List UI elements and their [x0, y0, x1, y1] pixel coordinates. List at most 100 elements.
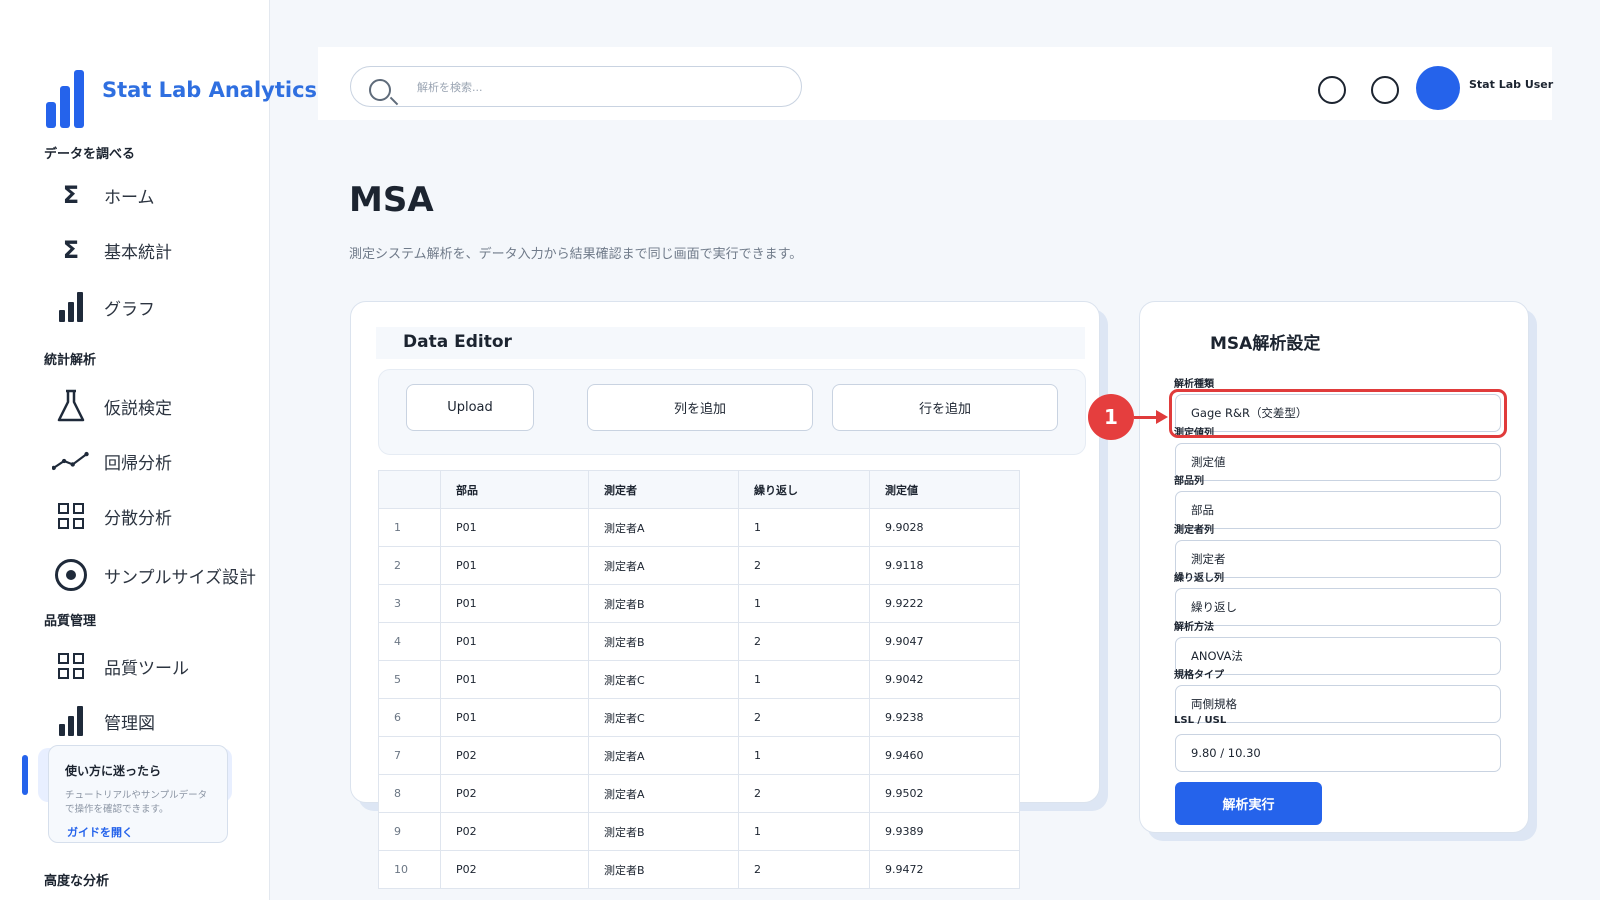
table-cell[interactable]: P01 — [440, 698, 589, 737]
add-row-button[interactable]: 行を追加 — [832, 384, 1058, 431]
table-cell[interactable]: 測定者B — [588, 812, 739, 851]
table-cell[interactable]: P02 — [440, 812, 589, 851]
section-label-stat-analysis: 統計解析 — [44, 353, 97, 368]
table-cell[interactable]: 9.9502 — [869, 774, 1020, 813]
table-cell[interactable]: 1 — [738, 584, 870, 623]
table-cell[interactable]: 9.9238 — [869, 698, 1020, 737]
search-input[interactable]: 解析を検索... — [350, 66, 802, 107]
table-cell[interactable]: 2 — [738, 622, 870, 661]
table-cell[interactable]: 9.9460 — [869, 736, 1020, 775]
table-cell[interactable]: 測定者B — [588, 584, 739, 623]
settings-icon[interactable] — [1371, 76, 1399, 104]
sigma-icon: Σ — [62, 236, 80, 264]
table-cell[interactable]: 測定者A — [588, 508, 739, 547]
table-cell[interactable]: 9.9047 — [869, 622, 1020, 661]
editor-title-bar: Data Editor — [376, 327, 1085, 359]
row-number-cell: 1 — [378, 508, 441, 547]
table-row[interactable]: 6 P01 測定者C 2 9.9238 — [378, 698, 1020, 737]
lsl-usl-input[interactable]: 9.80 / 10.30 — [1175, 734, 1501, 772]
row-number-cell: 7 — [378, 736, 441, 775]
row-number-cell: 2 — [378, 546, 441, 585]
table-row[interactable]: 7 P02 測定者A 1 9.9460 — [378, 736, 1020, 775]
sidebar-item-control-chart[interactable]: 管理図 — [52, 701, 155, 741]
column-header-repeat[interactable]: 繰り返し — [738, 470, 870, 509]
bar-chart-logo-icon — [46, 68, 84, 128]
table-row[interactable]: 10 P02 測定者B 2 9.9472 — [378, 850, 1020, 889]
field-label-operator-column: 測定者列 — [1174, 525, 1214, 536]
table-cell[interactable]: 9.9028 — [869, 508, 1020, 547]
table-row[interactable]: 8 P02 測定者A 2 9.9502 — [378, 774, 1020, 813]
table-cell[interactable]: 9.9222 — [869, 584, 1020, 623]
table-cell[interactable]: P02 — [440, 736, 589, 775]
table-cell[interactable]: P01 — [440, 546, 589, 585]
notification-icon[interactable] — [1318, 76, 1346, 104]
table-cell[interactable]: P01 — [440, 508, 589, 547]
table-cell[interactable]: 9.9042 — [869, 660, 1020, 699]
table-cell[interactable]: 測定者B — [588, 850, 739, 889]
table-cell[interactable]: 2 — [738, 546, 870, 585]
section-label-quality: 品質管理 — [44, 614, 97, 629]
table-cell[interactable]: P02 — [440, 774, 589, 813]
column-header-index[interactable] — [378, 470, 441, 509]
sidebar-item-basic-stats[interactable]: Σ 基本統計 — [52, 230, 172, 270]
table-row[interactable]: 2 P01 測定者A 2 9.9118 — [378, 546, 1020, 585]
table-row[interactable]: 3 P01 測定者B 1 9.9222 — [378, 584, 1020, 623]
flask-icon — [52, 387, 90, 425]
table-cell[interactable]: 9.9389 — [869, 812, 1020, 851]
page-title: MSA — [349, 180, 434, 220]
brand[interactable]: Stat Lab Analytics — [46, 68, 317, 128]
sidebar-item-label: 管理図 — [104, 713, 155, 734]
measurement-column-select[interactable]: 測定値 — [1175, 443, 1501, 481]
table-cell[interactable]: 2 — [738, 850, 870, 889]
table-row[interactable]: 9 P02 測定者B 1 9.9389 — [378, 812, 1020, 851]
upload-button[interactable]: Upload — [406, 384, 534, 431]
table-cell[interactable]: P02 — [440, 850, 589, 889]
table-cell[interactable]: 9.9118 — [869, 546, 1020, 585]
sidebar-item-home[interactable]: Σ ホーム — [52, 175, 155, 215]
table-row[interactable]: 1 P01 測定者A 1 9.9028 — [378, 508, 1020, 547]
row-number-cell: 9 — [378, 812, 441, 851]
table-cell[interactable]: 測定者A — [588, 546, 739, 585]
user-name[interactable]: Stat Lab User — [1469, 78, 1553, 91]
sidebar-item-sample-size[interactable]: サンプルサイズ設計 — [52, 555, 256, 595]
table-cell[interactable]: 測定者C — [588, 660, 739, 699]
search-icon — [369, 79, 391, 101]
table-cell[interactable]: 1 — [738, 660, 870, 699]
brand-name: Stat Lab Analytics — [102, 78, 318, 102]
table-cell[interactable]: P01 — [440, 622, 589, 661]
table-cell[interactable]: 2 — [738, 698, 870, 737]
table-cell[interactable]: 1 — [738, 812, 870, 851]
table-cell[interactable]: 測定者B — [588, 622, 739, 661]
section-label-explore: データを調べる — [44, 147, 136, 162]
table-cell[interactable]: 1 — [738, 736, 870, 775]
sidebar-item-quality-tools[interactable]: 品質ツール — [52, 646, 189, 686]
table-cell[interactable]: 測定者A — [588, 774, 739, 813]
repeat-column-select[interactable]: 繰り返し — [1175, 588, 1501, 626]
part-column-select[interactable]: 部品 — [1175, 491, 1501, 529]
run-analysis-button[interactable]: 解析実行 — [1175, 782, 1322, 825]
column-header-part[interactable]: 部品 — [440, 470, 589, 509]
table-cell[interactable]: 9.9472 — [869, 850, 1020, 889]
sidebar-item-label: サンプルサイズ設計 — [104, 567, 256, 588]
column-header-operator[interactable]: 測定者 — [588, 470, 739, 509]
sidebar-item-graph[interactable]: グラフ — [52, 287, 155, 327]
table-cell[interactable]: P01 — [440, 584, 589, 623]
table-row[interactable]: 5 P01 測定者C 1 9.9042 — [378, 660, 1020, 699]
table-row[interactable]: 4 P01 測定者B 2 9.9047 — [378, 622, 1020, 661]
sidebar-item-hypothesis-test[interactable]: 仮説検定 — [52, 386, 172, 426]
target-icon — [52, 556, 90, 594]
sidebar-item-regression[interactable]: 回帰分析 — [52, 441, 172, 481]
field-label-method: 解析方法 — [1174, 622, 1214, 633]
table-cell[interactable]: P01 — [440, 660, 589, 699]
table-cell[interactable]: 2 — [738, 774, 870, 813]
sidebar-item-anova[interactable]: 分散分析 — [52, 496, 172, 536]
section-label-advanced: 高度な分析 — [44, 874, 110, 889]
column-header-measurement[interactable]: 測定値 — [869, 470, 1020, 509]
table-cell[interactable]: 測定者C — [588, 698, 739, 737]
guide-link[interactable]: ガイドを開く — [67, 824, 133, 840]
table-cell[interactable]: 1 — [738, 508, 870, 547]
avatar[interactable] — [1416, 66, 1460, 110]
table-cell[interactable]: 測定者A — [588, 736, 739, 775]
row-number-cell: 8 — [378, 774, 441, 813]
add-column-button[interactable]: 列を追加 — [587, 384, 813, 431]
